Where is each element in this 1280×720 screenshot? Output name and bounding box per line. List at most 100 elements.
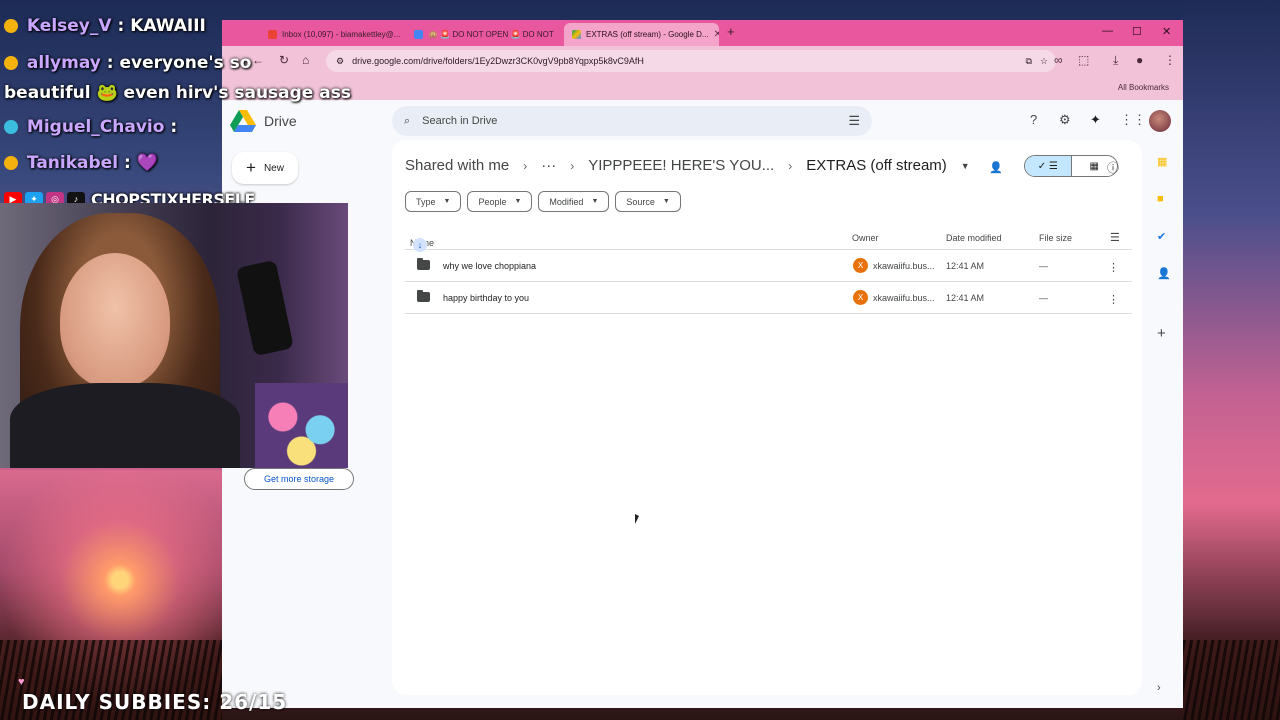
- tab-title: Inbox (10,097) - biamakettley@...: [282, 30, 400, 39]
- owner-name: xkawaiifu.bus...: [873, 293, 935, 303]
- caret-down-icon[interactable]: ▼: [961, 161, 970, 171]
- date-modified: 12:41 AM: [946, 293, 985, 303]
- gear-icon[interactable]: ⚙: [1059, 112, 1071, 128]
- menu-icon[interactable]: ⋮: [1164, 53, 1176, 67]
- chat-line: allymay : everyone's so: [4, 53, 251, 73]
- file-size: —: [1039, 293, 1048, 303]
- gmail-icon: [268, 30, 277, 39]
- webcam-feed: [0, 203, 348, 468]
- sub-badge-icon: [4, 56, 18, 70]
- reload-icon[interactable]: ↻: [279, 53, 289, 67]
- chat-line: Miguel_Chavio :: [4, 117, 177, 137]
- drive-icon: [572, 30, 581, 39]
- profile-icon[interactable]: ●: [1136, 53, 1143, 67]
- search-options-icon[interactable]: ☰: [848, 113, 860, 129]
- download-icon[interactable]: ⤓: [1113, 53, 1118, 68]
- sub-badge-icon: [4, 19, 18, 33]
- caret-down-icon: ▼: [514, 198, 522, 205]
- get-more-storage-button[interactable]: Get more storage: [244, 468, 354, 490]
- bookmark-star-icon[interactable]: ☆: [1040, 56, 1048, 67]
- filter-type[interactable]: Type ▼: [405, 191, 462, 212]
- expand-panel-icon[interactable]: ›: [1157, 682, 1161, 694]
- breadcrumb: Shared with me › ··· › YIPPPEEE! HERE'S …: [405, 157, 970, 174]
- more-actions-icon[interactable]: ⋮: [1108, 293, 1119, 306]
- list-view-icon[interactable]: ✓ ☰: [1025, 156, 1072, 176]
- drive-app: Drive + New Get more storage ⌕ Search in…: [222, 100, 1183, 708]
- maximize-icon[interactable]: ☐: [1132, 25, 1142, 38]
- tab-drive-active[interactable]: EXTRAS (off stream) - Google D... ✕: [564, 23, 719, 46]
- background-grass-right: [1183, 640, 1280, 720]
- owner-avatar: X: [853, 258, 868, 273]
- main-content: Shared with me › ··· › YIPPPEEE! HERE'S …: [392, 140, 1142, 695]
- contacts-icon[interactable]: 👤: [1157, 267, 1171, 280]
- gemini-icon[interactable]: ✦: [1090, 112, 1101, 128]
- microphone: [236, 259, 294, 357]
- apps-grid-icon[interactable]: ⋮⋮: [1120, 112, 1146, 128]
- tab-gmail[interactable]: Inbox (10,097) - biamakettley@... ✕: [260, 23, 400, 46]
- sub-badge-icon: [4, 156, 18, 170]
- account-avatar[interactable]: [1149, 110, 1171, 132]
- gem-badge-icon: [4, 120, 18, 134]
- filter-label: Modified: [549, 196, 584, 207]
- url-text: drive.google.com/drive/folders/1Ey2Dwzr3…: [352, 56, 644, 66]
- browser-window: Inbox (10,097) - biamakettley@... ✕ 🙊 🚨 …: [222, 20, 1183, 708]
- column-size[interactable]: File size: [1039, 233, 1072, 243]
- breadcrumb-parent[interactable]: YIPPPEEE! HERE'S YOU...: [588, 157, 774, 174]
- help-icon[interactable]: ?: [1030, 112, 1037, 127]
- chat-message: KAWAIII: [130, 16, 206, 36]
- puzzle-icon[interactable]: ⬚: [1078, 53, 1089, 67]
- date-modified: 12:41 AM: [946, 261, 985, 271]
- calendar-icon[interactable]: ▦: [1157, 155, 1167, 168]
- table-row[interactable]: happy birthday to you X xkawaiifu.bus...…: [405, 282, 1132, 314]
- table-row[interactable]: why we love choppiana X xkawaiifu.bus...…: [405, 250, 1132, 282]
- chat-username: Tanikabel: [26, 153, 119, 173]
- new-label: New: [263, 162, 284, 174]
- breadcrumb-shared-with-me[interactable]: Shared with me: [405, 157, 509, 174]
- address-bar[interactable]: ⚙ drive.google.com/drive/folders/1Ey2Dwz…: [326, 50, 1056, 72]
- search-input[interactable]: Search in Drive: [422, 115, 497, 127]
- info-icon[interactable]: ⓘ: [1107, 159, 1119, 176]
- window-close-icon[interactable]: ✕: [1162, 25, 1171, 38]
- file-size: —: [1039, 261, 1048, 271]
- keep-icon[interactable]: ■: [1157, 193, 1164, 205]
- daily-subs-counter: DAILY SUBBIES: 26/15: [22, 690, 288, 714]
- column-modified[interactable]: Date modified: [946, 233, 1002, 243]
- filter-modified[interactable]: Modified ▼: [538, 191, 610, 212]
- add-addon-icon[interactable]: +: [1157, 325, 1166, 342]
- file-name[interactable]: happy birthday to you: [443, 293, 529, 303]
- site-info-icon[interactable]: ⚙: [336, 56, 344, 67]
- view-toggle[interactable]: ✓ ☰ ▦: [1024, 155, 1118, 177]
- filter-label: Type: [416, 196, 436, 207]
- app-name: Drive: [264, 113, 297, 129]
- close-icon[interactable]: ✕: [714, 29, 719, 40]
- plush-toys: [255, 383, 348, 468]
- tasks-icon[interactable]: ✔: [1157, 230, 1166, 243]
- install-icon[interactable]: ⧉: [1025, 56, 1031, 67]
- filter-source[interactable]: Source ▼: [615, 191, 681, 212]
- all-bookmarks[interactable]: All Bookmarks: [1118, 83, 1169, 92]
- webcam-shirt: [10, 383, 240, 468]
- new-tab-button[interactable]: +: [727, 24, 735, 39]
- owner-avatar: X: [853, 290, 868, 305]
- docs-icon: [414, 30, 423, 39]
- home-icon[interactable]: ⌂: [302, 53, 309, 67]
- new-button[interactable]: + New: [232, 152, 298, 184]
- drive-logo[interactable]: Drive: [230, 110, 297, 132]
- search-bar[interactable]: ⌕ Search in Drive ☰: [392, 106, 872, 136]
- caret-down-icon: ▼: [662, 198, 670, 205]
- more-actions-icon[interactable]: ⋮: [1108, 261, 1119, 274]
- share-icon[interactable]: 👤: [989, 161, 1003, 174]
- breadcrumb-more[interactable]: ···: [541, 157, 556, 174]
- filter-label: Source: [626, 196, 655, 207]
- back-icon[interactable]: ←: [252, 53, 264, 67]
- filter-people[interactable]: People ▼: [467, 191, 533, 212]
- minimize-icon[interactable]: —: [1102, 25, 1113, 37]
- chat-username: allymay: [26, 53, 101, 73]
- column-owner[interactable]: Owner: [852, 233, 879, 243]
- extension-icon[interactable]: ∞: [1054, 53, 1063, 67]
- sort-options-icon[interactable]: ☰: [1110, 231, 1120, 244]
- tab-docs[interactable]: 🙊 🚨 DO NOT OPEN 🚨 DO NOT ✕: [406, 23, 558, 46]
- breadcrumb-current[interactable]: EXTRAS (off stream): [806, 157, 947, 174]
- file-name[interactable]: why we love choppiana: [443, 261, 536, 271]
- chat-message: beautiful 🐸 even hirv's sausage ass: [4, 83, 351, 103]
